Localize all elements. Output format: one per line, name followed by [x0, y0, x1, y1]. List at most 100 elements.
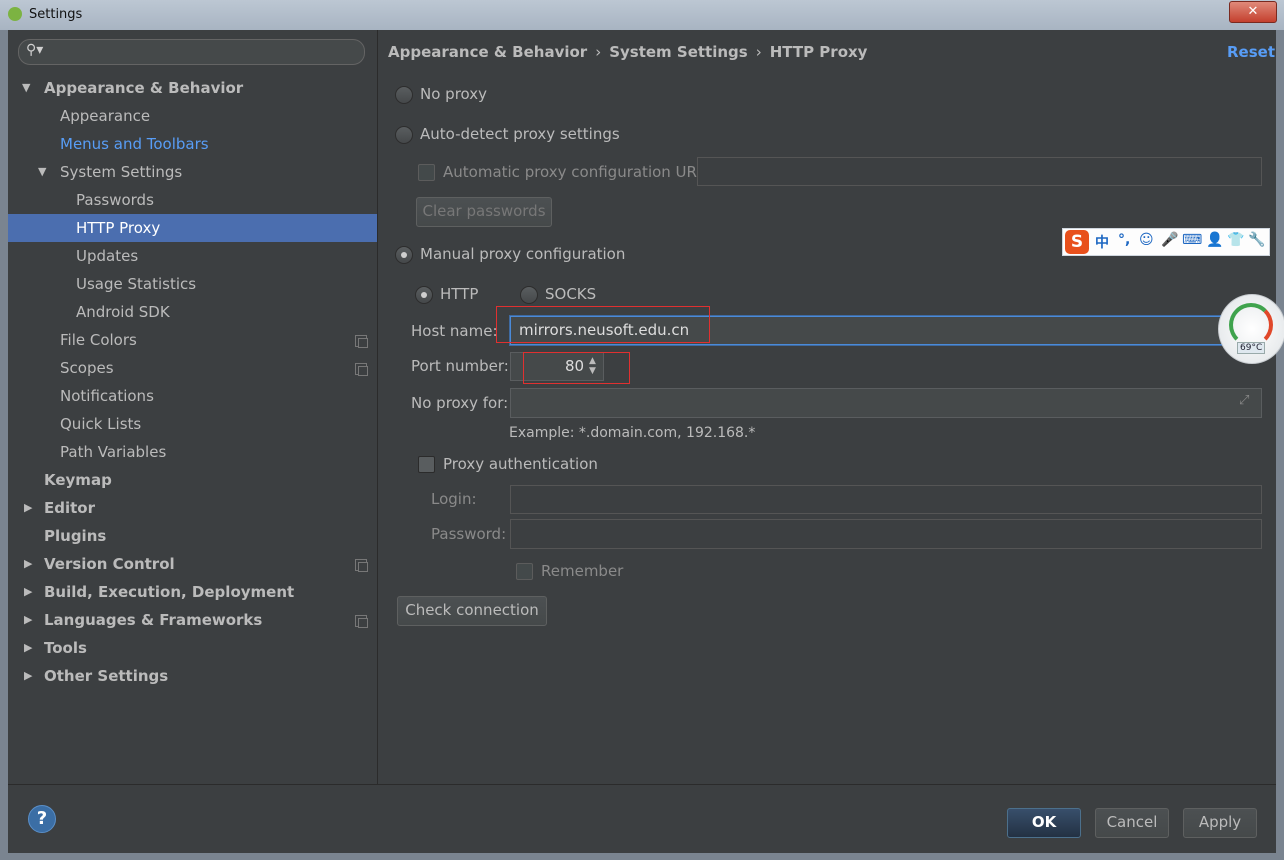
port-number-label: Port number: — [411, 357, 509, 375]
no-proxy-for-input[interactable]: ⤢ — [510, 388, 1262, 418]
settings-window: ⚲▾ ▼ Appearance & Behavior Appearance Me… — [8, 30, 1276, 853]
breadcrumb-item: HTTP Proxy — [769, 43, 868, 61]
user-icon[interactable]: 👤 — [1206, 232, 1223, 248]
collapse-arrow-icon[interactable]: ▶ — [24, 641, 32, 654]
host-name-label: Host name: — [411, 322, 498, 340]
collapse-arrow-icon[interactable]: ▶ — [24, 501, 32, 514]
temperature-gauge[interactable]: 69°C — [1218, 294, 1284, 364]
sidebar-item-usage-statistics[interactable]: Usage Statistics — [76, 270, 196, 298]
skin-icon[interactable]: 👕 — [1227, 232, 1244, 248]
breadcrumb: Appearance & Behavior › System Settings › HT… — [388, 43, 867, 61]
sidebar-item-scopes[interactable]: Scopes — [60, 354, 114, 382]
password-field[interactable] — [510, 519, 1262, 549]
sidebar-item-editor[interactable]: Editor — [44, 494, 95, 522]
project-level-icon — [355, 559, 368, 572]
check-connection-button[interactable]: Check connection — [397, 596, 547, 626]
manual-proxy-radio[interactable] — [395, 246, 413, 264]
sidebar-item-path-variables[interactable]: Path Variables — [60, 438, 166, 466]
search-input[interactable]: ⚲▾ — [18, 39, 365, 65]
sidebar-item-appearance[interactable]: Appearance — [60, 102, 150, 130]
settings-sidebar: ⚲▾ ▼ Appearance & Behavior Appearance Me… — [8, 30, 378, 784]
no-proxy-example: Example: *.domain.com, 192.168.* — [509, 425, 756, 441]
sidebar-item-plugins[interactable]: Plugins — [44, 522, 106, 550]
sidebar-item-notifications[interactable]: Notifications — [60, 382, 154, 410]
expand-arrow-icon[interactable]: ▼ — [22, 81, 30, 94]
sidebar-item-system-settings[interactable]: System Settings — [60, 158, 182, 186]
remember-label: Remember — [541, 562, 624, 580]
collapse-arrow-icon[interactable]: ▶ — [24, 557, 32, 570]
gauge-dial-icon — [1229, 303, 1273, 347]
auto-detect-radio[interactable] — [395, 126, 413, 144]
chinese-mode-icon[interactable]: 中 — [1095, 232, 1109, 252]
password-label: Password: — [431, 525, 507, 543]
sidebar-item-http-proxy[interactable]: HTTP Proxy — [8, 214, 377, 242]
http-radio[interactable] — [415, 286, 433, 304]
android-studio-icon — [8, 7, 22, 21]
auto-url-label: Automatic proxy configuration URL: — [443, 163, 711, 181]
sidebar-item-tools[interactable]: Tools — [44, 634, 87, 662]
clear-passwords-button[interactable]: Clear passwords — [416, 197, 552, 227]
close-button[interactable]: ✕ — [1229, 1, 1277, 23]
sidebar-item-menus-toolbars[interactable]: Menus and Toolbars — [60, 130, 209, 158]
ime-toolbar[interactable]: S 中 °, ☺ 🎤 ⌨ 👤 👕 🔧 — [1062, 228, 1270, 256]
window-title: Settings — [29, 7, 83, 22]
http-label: HTTP — [440, 285, 479, 303]
cancel-button[interactable]: Cancel — [1095, 808, 1169, 838]
sidebar-item-updates[interactable]: Updates — [76, 242, 138, 270]
sidebar-item-keymap[interactable]: Keymap — [44, 466, 112, 494]
collapse-arrow-icon[interactable]: ▶ — [24, 669, 32, 682]
auto-url-field[interactable] — [697, 157, 1262, 186]
punctuation-icon[interactable]: °, — [1118, 232, 1130, 248]
auto-url-checkbox[interactable] — [418, 164, 435, 181]
breadcrumb-item: System Settings — [609, 43, 748, 61]
sidebar-item-languages-frameworks[interactable]: Languages & Frameworks — [44, 606, 262, 634]
sidebar-item-appearance-behavior[interactable]: Appearance & Behavior — [44, 74, 243, 102]
dialog-footer: ? OK Cancel Apply — [8, 784, 1276, 853]
title-bar: Settings ✕ — [0, 0, 1284, 30]
http-proxy-panel: Appearance & Behavior › System Settings › HT… — [378, 30, 1276, 784]
proxy-auth-checkbox[interactable] — [418, 456, 435, 473]
collapse-arrow-icon[interactable]: ▶ — [24, 585, 32, 598]
manual-proxy-label: Manual proxy configuration — [420, 245, 626, 263]
login-field[interactable] — [510, 485, 1262, 514]
highlight-box — [496, 306, 710, 343]
reset-link[interactable]: Reset — [1227, 43, 1275, 61]
search-icon[interactable]: ⚲▾ — [26, 42, 43, 58]
sidebar-item-label: HTTP Proxy — [76, 219, 161, 237]
apply-button[interactable]: Apply — [1183, 808, 1257, 838]
expand-arrow-icon[interactable]: ▼ — [38, 165, 46, 178]
breadcrumb-separator: › — [595, 43, 602, 61]
sogou-logo-icon[interactable]: S — [1065, 230, 1089, 254]
no-proxy-label: No proxy — [420, 85, 487, 103]
sidebar-item-quick-lists[interactable]: Quick Lists — [60, 410, 141, 438]
help-button[interactable]: ? — [28, 805, 56, 833]
wrench-icon[interactable]: 🔧 — [1248, 232, 1265, 248]
collapse-arrow-icon[interactable]: ▶ — [24, 613, 32, 626]
socks-label: SOCKS — [545, 285, 597, 303]
proxy-auth-label: Proxy authentication — [443, 455, 598, 473]
sidebar-item-build-execution[interactable]: Build, Execution, Deployment — [44, 578, 294, 606]
remember-checkbox[interactable] — [516, 563, 533, 580]
no-proxy-radio[interactable] — [395, 86, 413, 104]
emoji-icon[interactable]: ☺ — [1139, 232, 1154, 248]
temperature-readout: 69°C — [1237, 342, 1266, 354]
auto-detect-label: Auto-detect proxy settings — [420, 125, 620, 143]
sidebar-item-android-sdk[interactable]: Android SDK — [76, 298, 170, 326]
breadcrumb-item: Appearance & Behavior — [388, 43, 588, 61]
project-level-icon — [355, 363, 368, 376]
no-proxy-for-label: No proxy for: — [411, 394, 509, 412]
sidebar-item-version-control[interactable]: Version Control — [44, 550, 175, 578]
highlight-box — [523, 352, 630, 384]
microphone-icon[interactable]: 🎤 — [1161, 232, 1178, 248]
sidebar-item-passwords[interactable]: Passwords — [76, 186, 154, 214]
project-level-icon — [355, 615, 368, 628]
keyboard-icon[interactable]: ⌨ — [1182, 232, 1202, 248]
sidebar-item-other-settings[interactable]: Other Settings — [44, 662, 168, 690]
breadcrumb-separator: › — [755, 43, 762, 61]
sidebar-item-file-colors[interactable]: File Colors — [60, 326, 137, 354]
project-level-icon — [355, 335, 368, 348]
expand-icon[interactable]: ⤢ — [1239, 393, 1249, 408]
socks-radio[interactable] — [520, 286, 538, 304]
ok-button[interactable]: OK — [1007, 808, 1081, 838]
login-label: Login: — [431, 490, 477, 508]
